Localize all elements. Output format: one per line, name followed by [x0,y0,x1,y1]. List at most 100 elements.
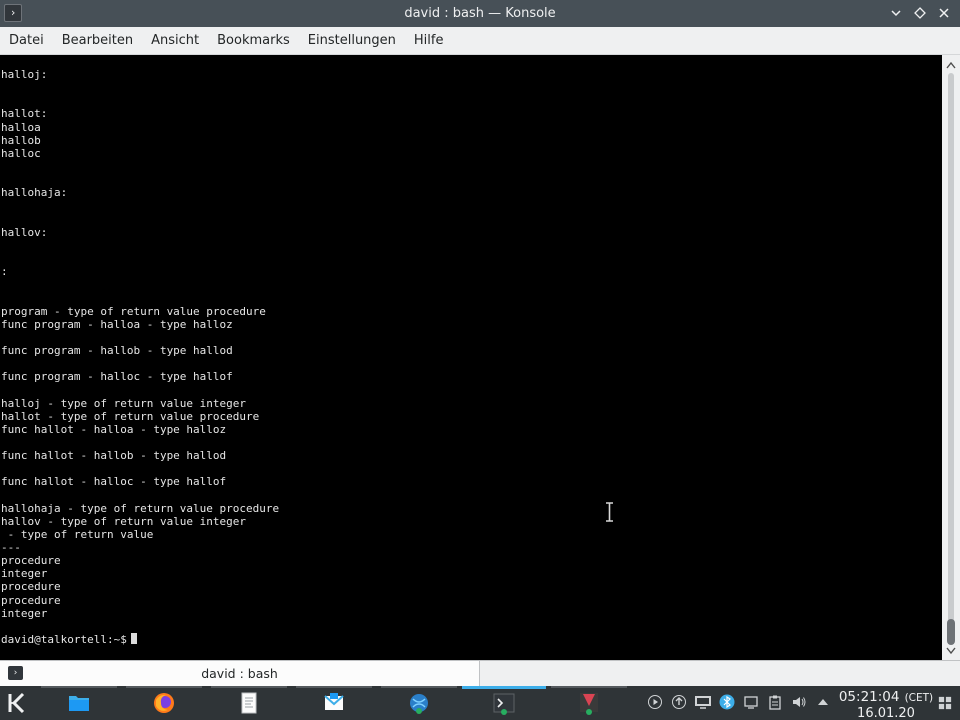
display-icon[interactable] [693,691,713,713]
shell-prompt: david@talkortell:~$ [1,633,127,647]
scroll-down-button[interactable] [945,645,957,657]
system-tray [645,691,833,713]
terminal-line: func program - hallob - type hallod [1,343,233,357]
menu-hilfe[interactable]: Hilfe [405,27,453,55]
window-titlebar[interactable]: › david : bash — Konsole [0,0,960,27]
menu-bookmarks[interactable]: Bookmarks [208,27,299,55]
firefox-icon [154,693,174,713]
task-text-editor[interactable] [207,686,291,720]
folder-icon [69,696,89,711]
terminal-line: func hallot - hallob - type hallod [1,449,227,463]
expand-tray-icon[interactable] [813,691,833,713]
terminal-cursor [130,633,137,645]
terminal-line: program - type of return value procedure [1,304,266,318]
menu-datei[interactable]: Datei [0,27,53,55]
minimize-button[interactable] [886,3,906,23]
red-app-icon [580,693,598,715]
text-cursor-icon [606,502,613,522]
terminal-line: hallohaja - type of return value procedu… [1,501,280,515]
terminal-icon [493,693,515,715]
terminal-line: : [1,265,8,279]
scroll-track[interactable] [948,73,954,642]
clock-time: 05:21:04 [838,689,900,705]
clock-date: 16.01.20 [857,706,915,720]
terminal-scrollbar[interactable] [942,55,960,660]
terminal-line: hallohaja: [1,186,68,200]
terminal-line: halloc [1,146,41,160]
mail-icon [324,693,344,710]
chevron-down-icon [891,10,901,17]
close-button[interactable] [934,3,954,23]
terminal-line: halloj: [1,68,48,81]
network-icon [410,694,428,714]
terminal-line: --- [1,541,21,555]
tab-david-bash[interactable]: › david : bash [0,661,480,686]
clock[interactable]: 05:21:04 (CET) 16.01.20 [838,688,934,720]
terminal-output: halloj: hallot: halloa hallob halloc hallohaj… [1,68,279,646]
terminal-line: - type of return value [1,527,154,541]
media-play-icon[interactable] [645,691,665,713]
keep-above-icon [914,7,926,19]
task-konsole[interactable] [462,686,546,720]
close-icon [939,8,949,18]
menu-bearbeiten[interactable]: Bearbeiten [53,27,142,55]
update-icon[interactable] [669,691,689,713]
task-firefox[interactable] [122,686,206,720]
chevron-up-icon [946,61,956,69]
volume-icon[interactable] [789,691,809,713]
window-title: david : bash — Konsole [404,6,556,21]
task-red-app[interactable] [547,686,631,720]
terminal-line: procedure [1,554,61,568]
terminal-line: func hallot - halloa - type halloz [1,422,227,436]
keep-above-button[interactable] [910,3,930,23]
terminal-line: hallov: [1,225,48,239]
terminal-view[interactable]: halloj: hallot: halloa hallob halloc hallohaj… [0,55,942,660]
terminal-line: hallot: [1,107,48,121]
taskbar: 05:21:04 (CET) 16.01.20 [0,686,960,720]
grid-icon [938,696,952,710]
menu-einstellungen[interactable]: Einstellungen [299,27,405,55]
terminal-line: procedure [1,593,61,607]
menu-ansicht[interactable]: Ansicht [142,27,208,55]
bluetooth-icon[interactable] [717,691,737,713]
prompt-line[interactable]: david@talkortell:~$ [1,633,279,646]
terminal-line: integer [1,567,48,581]
text-editor-icon [241,692,257,714]
terminal-line: integer [1,606,48,620]
kde-kickoff-icon[interactable] [4,690,30,716]
task-network[interactable] [377,686,461,720]
scroll-up-button[interactable] [945,59,957,71]
terminal-line: halloj - type of return value integer [1,396,247,410]
terminal-line: hallob [1,133,41,147]
terminal-line: halloa [1,120,41,134]
task-mail[interactable] [292,686,376,720]
terminal-line: func program - halloc - type hallof [1,370,233,384]
clipboard-icon[interactable] [765,691,785,713]
terminal-line: procedure [1,580,61,594]
terminal-line: func hallot - halloc - type hallof [1,475,227,489]
terminal-line: hallot - type of return value procedure [1,409,260,423]
clock-timezone: (CET) [904,692,934,704]
scroll-thumb[interactable] [947,619,955,645]
show-desktop-button[interactable] [934,692,956,714]
terminal-line: func program - halloa - type halloz [1,317,233,331]
task-file-manager[interactable] [37,686,121,720]
screen-icon[interactable] [741,691,761,713]
terminal-line: hallov - type of return value integer [1,514,247,528]
tab-bar: › david : bash [0,660,960,686]
